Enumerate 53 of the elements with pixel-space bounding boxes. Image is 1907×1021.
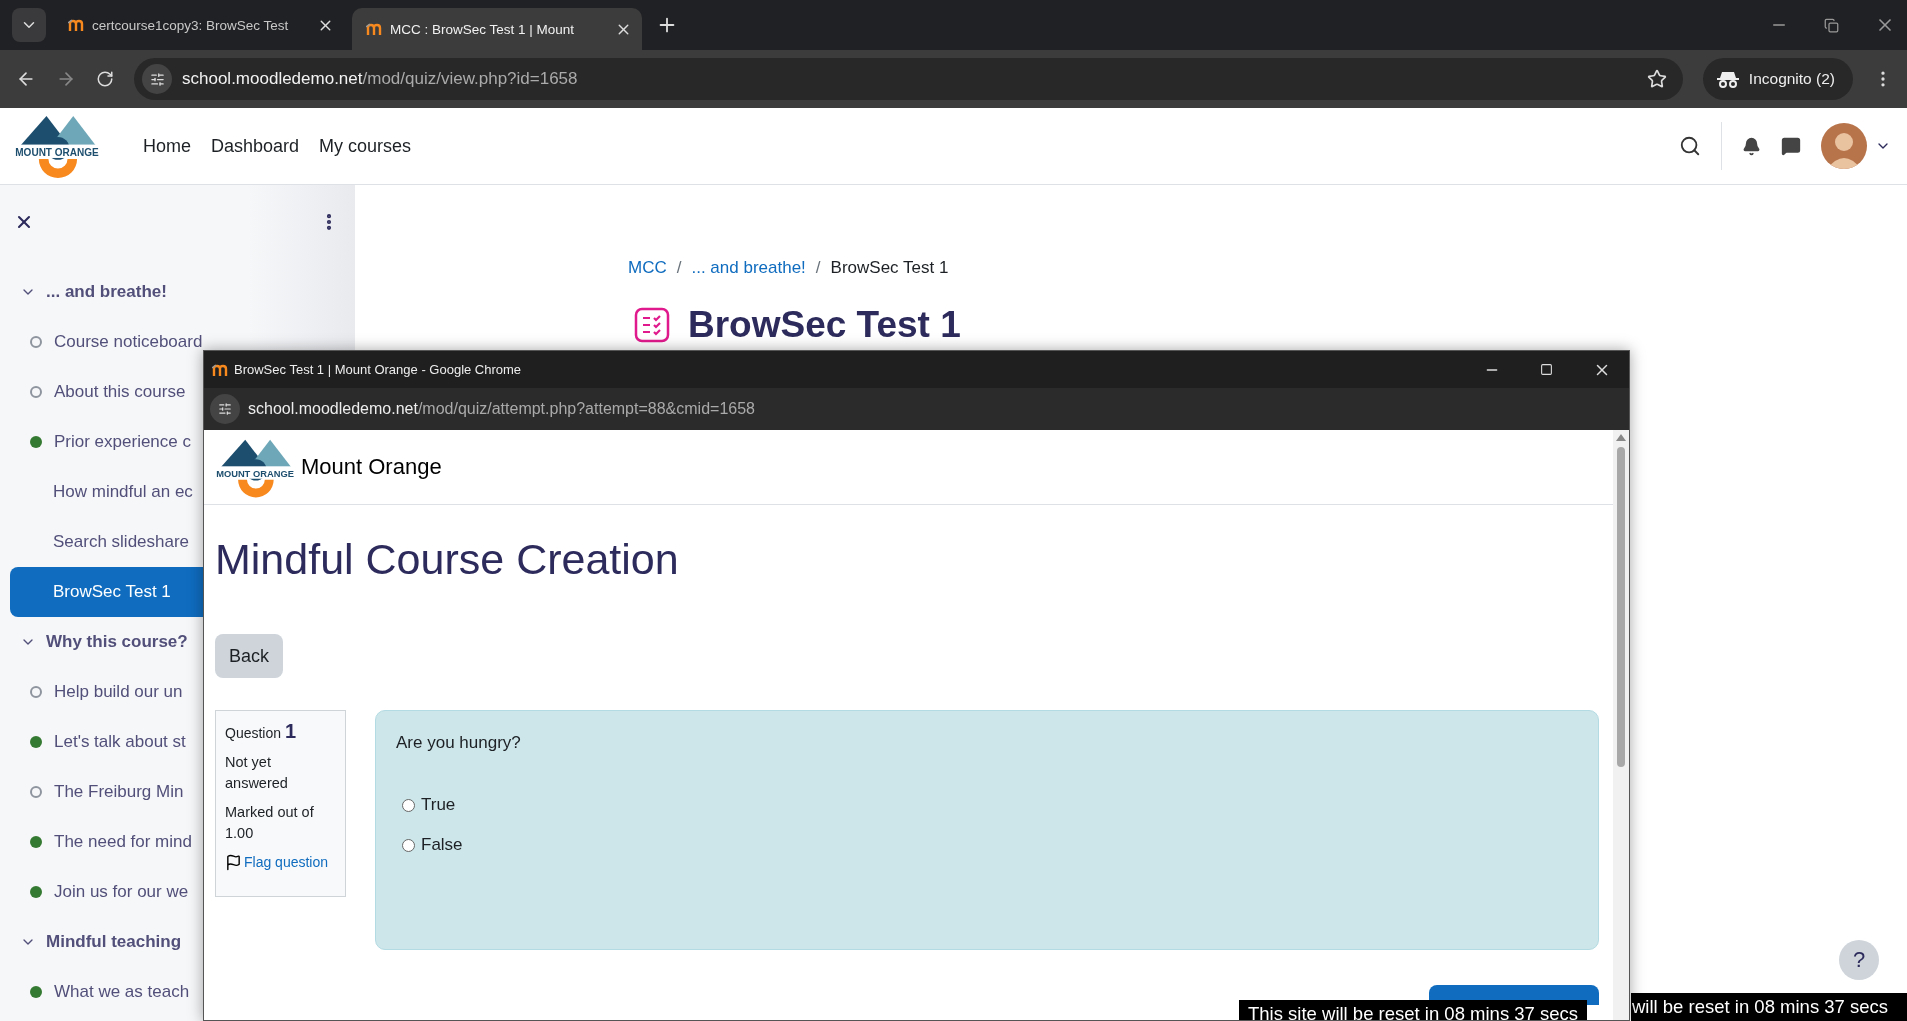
question-label: Question 1 <box>225 721 298 744</box>
help-button[interactable]: ? <box>1839 940 1879 980</box>
radio-button[interactable] <box>402 798 415 812</box>
site-info-icon[interactable] <box>210 394 240 424</box>
chat-icon[interactable] <box>1781 136 1801 156</box>
breadcrumb-current[interactable]: BrowSec Test 1 <box>830 258 949 278</box>
reset-notice-toast: This site will be reset in 08 mins 37 secs <box>1239 1000 1588 1020</box>
question-text: Are you hungry? <box>396 733 522 753</box>
popup-url: school.moodledemo.net/mod/quiz/attempt.php?attempt=88&cmid=1658 <box>248 400 755 418</box>
window-title: BrowSec Test 1 | Mount Orange - Google Chrome <box>234 362 522 377</box>
radio-button[interactable] <box>402 838 415 852</box>
option-label[interactable]: False <box>421 835 463 855</box>
back-button[interactable]: Back <box>215 634 284 678</box>
site-name: Mount Orange <box>301 454 442 480</box>
section-title[interactable]: Why this course? <box>46 632 188 652</box>
site-logo: MOUNT ORANGE <box>14 112 100 180</box>
reload-icon[interactable] <box>96 70 114 88</box>
page-title: BrowSec Test 1 <box>688 304 961 346</box>
tab-favicon-icon <box>212 363 228 376</box>
sidebar-item[interactable]: What we as teach <box>10 967 345 1017</box>
star-icon[interactable] <box>1646 69 1667 89</box>
scroll-up-arrow-icon[interactable] <box>1616 434 1626 441</box>
nav-link[interactable]: My courses <box>319 135 412 157</box>
user-avatar[interactable] <box>1821 123 1867 169</box>
breadcrumb-link[interactable]: ... and breathe! <box>691 258 806 278</box>
section-title[interactable]: Mindful teaching <box>46 932 182 952</box>
flag-icon <box>225 854 242 871</box>
nav-link[interactable]: Home <box>143 135 191 157</box>
option-label[interactable]: True <box>421 795 456 815</box>
question-state: Not yet answered <box>225 753 289 793</box>
breadcrumb-link[interactable]: MCC <box>628 258 667 278</box>
tab-search-button[interactable] <box>12 8 46 42</box>
restore-icon[interactable] <box>1824 17 1839 33</box>
nav-link[interactable]: Dashboard <box>211 135 300 157</box>
browser-tab[interactable]: certcourse1copy3: BrowSec Test <box>54 7 344 43</box>
incognito-button[interactable]: Incognito (2) <box>1702 58 1853 100</box>
flag-question-link[interactable]: Flag question <box>225 852 333 873</box>
site-info-icon[interactable] <box>142 64 172 94</box>
tab-favicon-icon <box>366 23 382 35</box>
section-title[interactable]: ... and breathe! <box>46 282 167 302</box>
question-marks: Marked out of 1.00 <box>225 803 315 843</box>
browser-tab[interactable]: MCC : BrowSec Test 1 | Mount <box>352 8 642 50</box>
reset-notice-toast: will be reset in 08 mins 37 secs <box>1631 993 1907 1021</box>
breadcrumb-separator: / <box>815 258 821 278</box>
address-bar[interactable]: school.moodledemo.net/mod/quiz/view.php?id=1658 <box>134 58 1683 100</box>
breadcrumb-separator: / <box>676 258 682 278</box>
scrollbar[interactable] <box>1613 430 1629 1020</box>
quiz-icon <box>634 307 670 343</box>
site-logo: MOUNT ORANGE <box>215 435 295 499</box>
incognito-icon <box>1716 70 1739 88</box>
bell-icon[interactable] <box>1742 136 1761 156</box>
tab-favicon-icon <box>68 19 84 31</box>
search-icon[interactable] <box>1679 135 1701 157</box>
